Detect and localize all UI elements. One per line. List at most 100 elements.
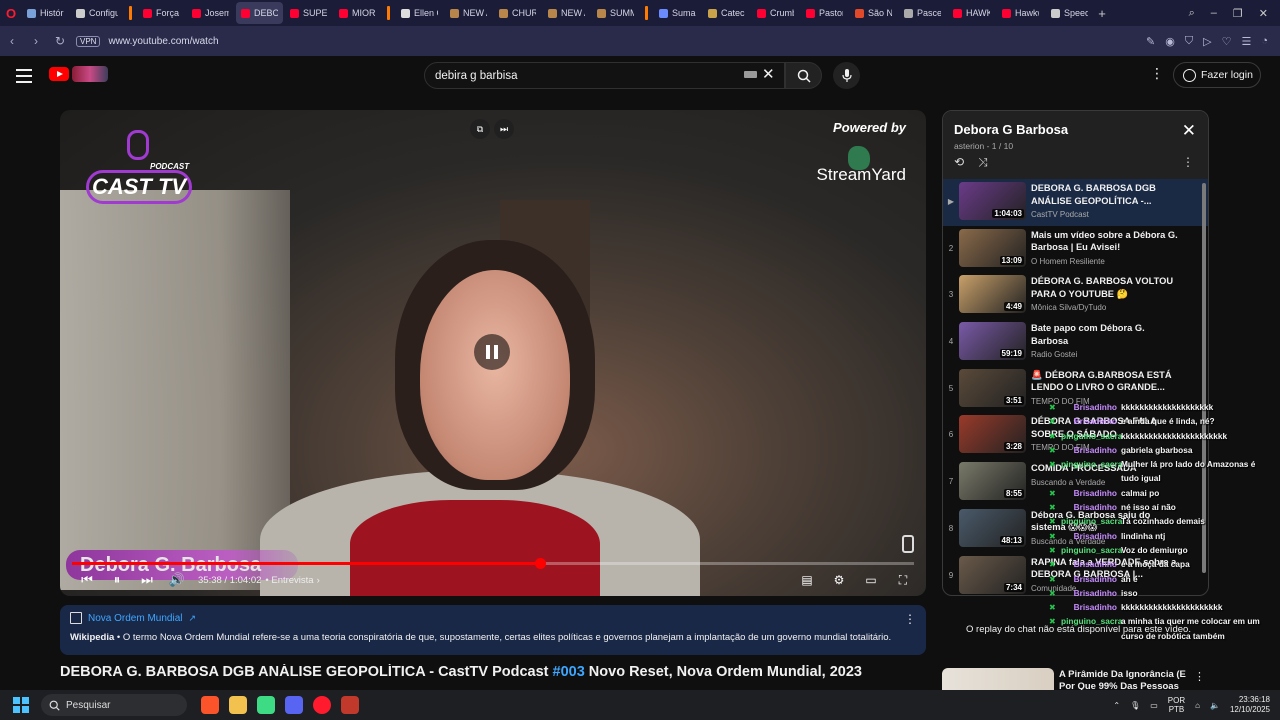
browser-tab[interactable]: MIORIM	[334, 2, 381, 24]
playlist-item[interactable]: 3 4:49 DÉBORA G. BARBOSA VOLTOU PARA O YOU…	[943, 272, 1208, 319]
recommended-video[interactable]: A Pirâmide Da Ignorância (E Por Que 99% …	[942, 668, 1209, 704]
playlist-video-title[interactable]: DEBORA G. BARBOSA DGB ANÁLISE GEOPOLÍTIC…	[1031, 182, 1181, 207]
network-icon[interactable]: ⌂	[1195, 701, 1200, 710]
pause-overlay-icon[interactable]	[474, 334, 510, 370]
search-input[interactable]: debira g barbisa	[424, 62, 785, 89]
progress-bar[interactable]	[72, 558, 914, 569]
previous-icon[interactable]: ⏮	[72, 572, 102, 588]
recommended-more-icon[interactable]: ⋮	[1194, 670, 1205, 683]
video-player[interactable]: PODCAST CAST TV Powered by StreamYard ⧉ …	[60, 110, 926, 596]
browser-tab[interactable]: SUPER X	[285, 2, 332, 24]
back-icon[interactable]: ‹	[0, 34, 24, 48]
browser-tab[interactable]: SUMMA	[592, 2, 639, 24]
taskbar-search[interactable]: Pesquisar	[41, 694, 187, 716]
youtube-doodle-logo[interactable]	[72, 66, 108, 82]
playlist-channel[interactable]: Mônica Silva/DyTudo	[1031, 303, 1181, 312]
camera-icon[interactable]: ◉	[1165, 35, 1175, 48]
browser-tab[interactable]: Crumbli	[752, 2, 799, 24]
playlist-thumbnail[interactable]: 4:49	[959, 275, 1026, 314]
chapter-label[interactable]: • Entrevista	[265, 575, 313, 586]
volume-icon[interactable]: 🔊	[162, 572, 192, 588]
playlist-thumbnail[interactable]: 3:51	[959, 368, 1026, 407]
subtitles-icon[interactable]: ▤	[796, 573, 818, 588]
search-button[interactable]	[785, 62, 822, 89]
browser-tab[interactable]: DEBORA G	[236, 2, 283, 24]
keyboard-icon[interactable]	[744, 71, 757, 78]
close-playlist-icon[interactable]: ✕	[1182, 121, 1196, 141]
browser-tab[interactable]: Força Le	[138, 2, 185, 24]
browser-tab[interactable]: Joseman	[187, 2, 234, 24]
next-up-icon[interactable]: ⏭	[494, 119, 514, 139]
more-options-icon[interactable]: ⋮	[1150, 65, 1164, 82]
fullscreen-icon[interactable]: ⛶	[892, 573, 914, 588]
browser-tab[interactable]: São Nico	[850, 2, 897, 24]
menu-lines-icon[interactable]: ☰	[1241, 35, 1251, 48]
playlist-thumbnail[interactable]: 8:55	[959, 462, 1026, 501]
app-icon[interactable]	[341, 696, 359, 714]
playlist-thumbnail[interactable]: 59:19	[959, 322, 1026, 361]
playlist-video-title[interactable]: Bate papo com Débora G. Barbosa	[1031, 322, 1181, 347]
playlist-thumbnail[interactable]: 7:34	[959, 555, 1026, 594]
windows-start-icon[interactable]	[13, 697, 29, 713]
video-hashtag[interactable]: #003	[553, 664, 585, 680]
browser-tab[interactable]: Pastor m	[801, 2, 848, 24]
info-panel-header[interactable]: Nova Ordem Mundial ↗	[70, 612, 916, 624]
info-more-icon[interactable]: ⋮	[904, 612, 916, 626]
playlist-video-title[interactable]: 🚨 DÉBORA G.BARBOSA ESTÁ LENDO O LIVRO O …	[1031, 369, 1181, 394]
external-link-icon[interactable]: ↗	[188, 613, 196, 624]
discord-icon[interactable]	[285, 696, 303, 714]
login-button[interactable]: Fazer login	[1173, 62, 1261, 88]
browser-tab[interactable]: NEW AD	[445, 2, 492, 24]
shield-icon[interactable]: ⛉	[1185, 35, 1193, 48]
info-panel-title[interactable]: Nova Ordem Mundial	[88, 613, 182, 624]
clear-search-icon[interactable]: ✕	[762, 65, 775, 83]
playlist-thumbnail[interactable]: 48:13	[959, 508, 1026, 547]
profile-icon[interactable]: ◔	[1261, 35, 1268, 48]
play-icon[interactable]: ▷	[1203, 35, 1211, 48]
file-explorer-icon[interactable]	[229, 696, 247, 714]
reload-icon[interactable]: ↻	[48, 34, 72, 48]
playlist-video-title[interactable]: Mais um vídeo sobre a Débora G. Barbosa …	[1031, 229, 1181, 254]
pause-icon[interactable]: ⏸	[102, 572, 132, 588]
playlist-thumbnail[interactable]: 3:28	[959, 415, 1026, 454]
browser-tab[interactable]: Catecism	[703, 2, 750, 24]
heart-icon[interactable]: ♡	[1222, 35, 1232, 48]
clock[interactable]: 23:36:18 12/10/2025	[1230, 695, 1270, 715]
android-app-icon[interactable]	[257, 696, 275, 714]
new-tab-plus-icon[interactable]: +	[1093, 6, 1111, 21]
url-field[interactable]: www.youtube.com/watch	[108, 36, 218, 47]
browser-tab[interactable]: HAWKW	[948, 2, 995, 24]
playlist-item[interactable]: ▶ 1:04:03 DEBORA G. BARBOSA DGB ANÁLISE GE…	[943, 179, 1208, 226]
speaker-icon[interactable]: 🔈	[1210, 701, 1220, 710]
chapter-chevron-icon[interactable]: ›	[317, 575, 320, 586]
browser-tab[interactable]: NEW AD	[543, 2, 590, 24]
next-icon[interactable]: ⏭	[132, 572, 162, 588]
brave-icon[interactable]	[201, 696, 219, 714]
playlist-channel[interactable]: O Homem Resiliente	[1031, 257, 1181, 266]
opera-taskbar-icon[interactable]	[313, 696, 331, 714]
recommended-thumbnail[interactable]	[942, 668, 1054, 690]
youtube-logo-icon[interactable]	[49, 67, 69, 81]
maximize-icon[interactable]: ❐	[1233, 7, 1243, 20]
display-icon[interactable]: ▭	[1150, 701, 1158, 710]
playlist-item[interactable]: 2 13:09 Mais um vídeo sobre a Débora G. Ba…	[943, 226, 1208, 273]
browser-tab[interactable]: CHURCH	[494, 2, 541, 24]
browser-tab[interactable]: Histórico	[22, 2, 69, 24]
edit-icon[interactable]: ✎	[1146, 35, 1155, 48]
playlist-channel[interactable]: Radio Gostei	[1031, 350, 1181, 359]
browser-tab[interactable]: Suma Te	[654, 2, 701, 24]
browser-tab[interactable]: Hawkwi	[997, 2, 1044, 24]
playlist-video-title[interactable]: DÉBORA G. BARBOSA VOLTOU PARA O YOUTUBE …	[1031, 275, 1181, 300]
opera-icon[interactable]: O	[0, 0, 22, 26]
minimize-icon[interactable]: –	[1211, 7, 1217, 20]
forward-icon[interactable]: ›	[24, 34, 48, 48]
browser-tab[interactable]: Ellen G.	[396, 2, 443, 24]
voice-search-button[interactable]	[833, 62, 860, 89]
browser-tab[interactable]: Configu	[71, 2, 123, 24]
browser-tab[interactable]: Speed D	[1046, 2, 1093, 24]
language-indicator[interactable]: POR PTB	[1168, 696, 1185, 714]
vpn-badge[interactable]: VPN	[76, 35, 101, 47]
playlist-thumbnail[interactable]: 1:04:03	[959, 182, 1026, 220]
playlist-thumbnail[interactable]: 13:09	[959, 228, 1026, 267]
theater-mode-icon[interactable]: ▭	[860, 573, 882, 588]
